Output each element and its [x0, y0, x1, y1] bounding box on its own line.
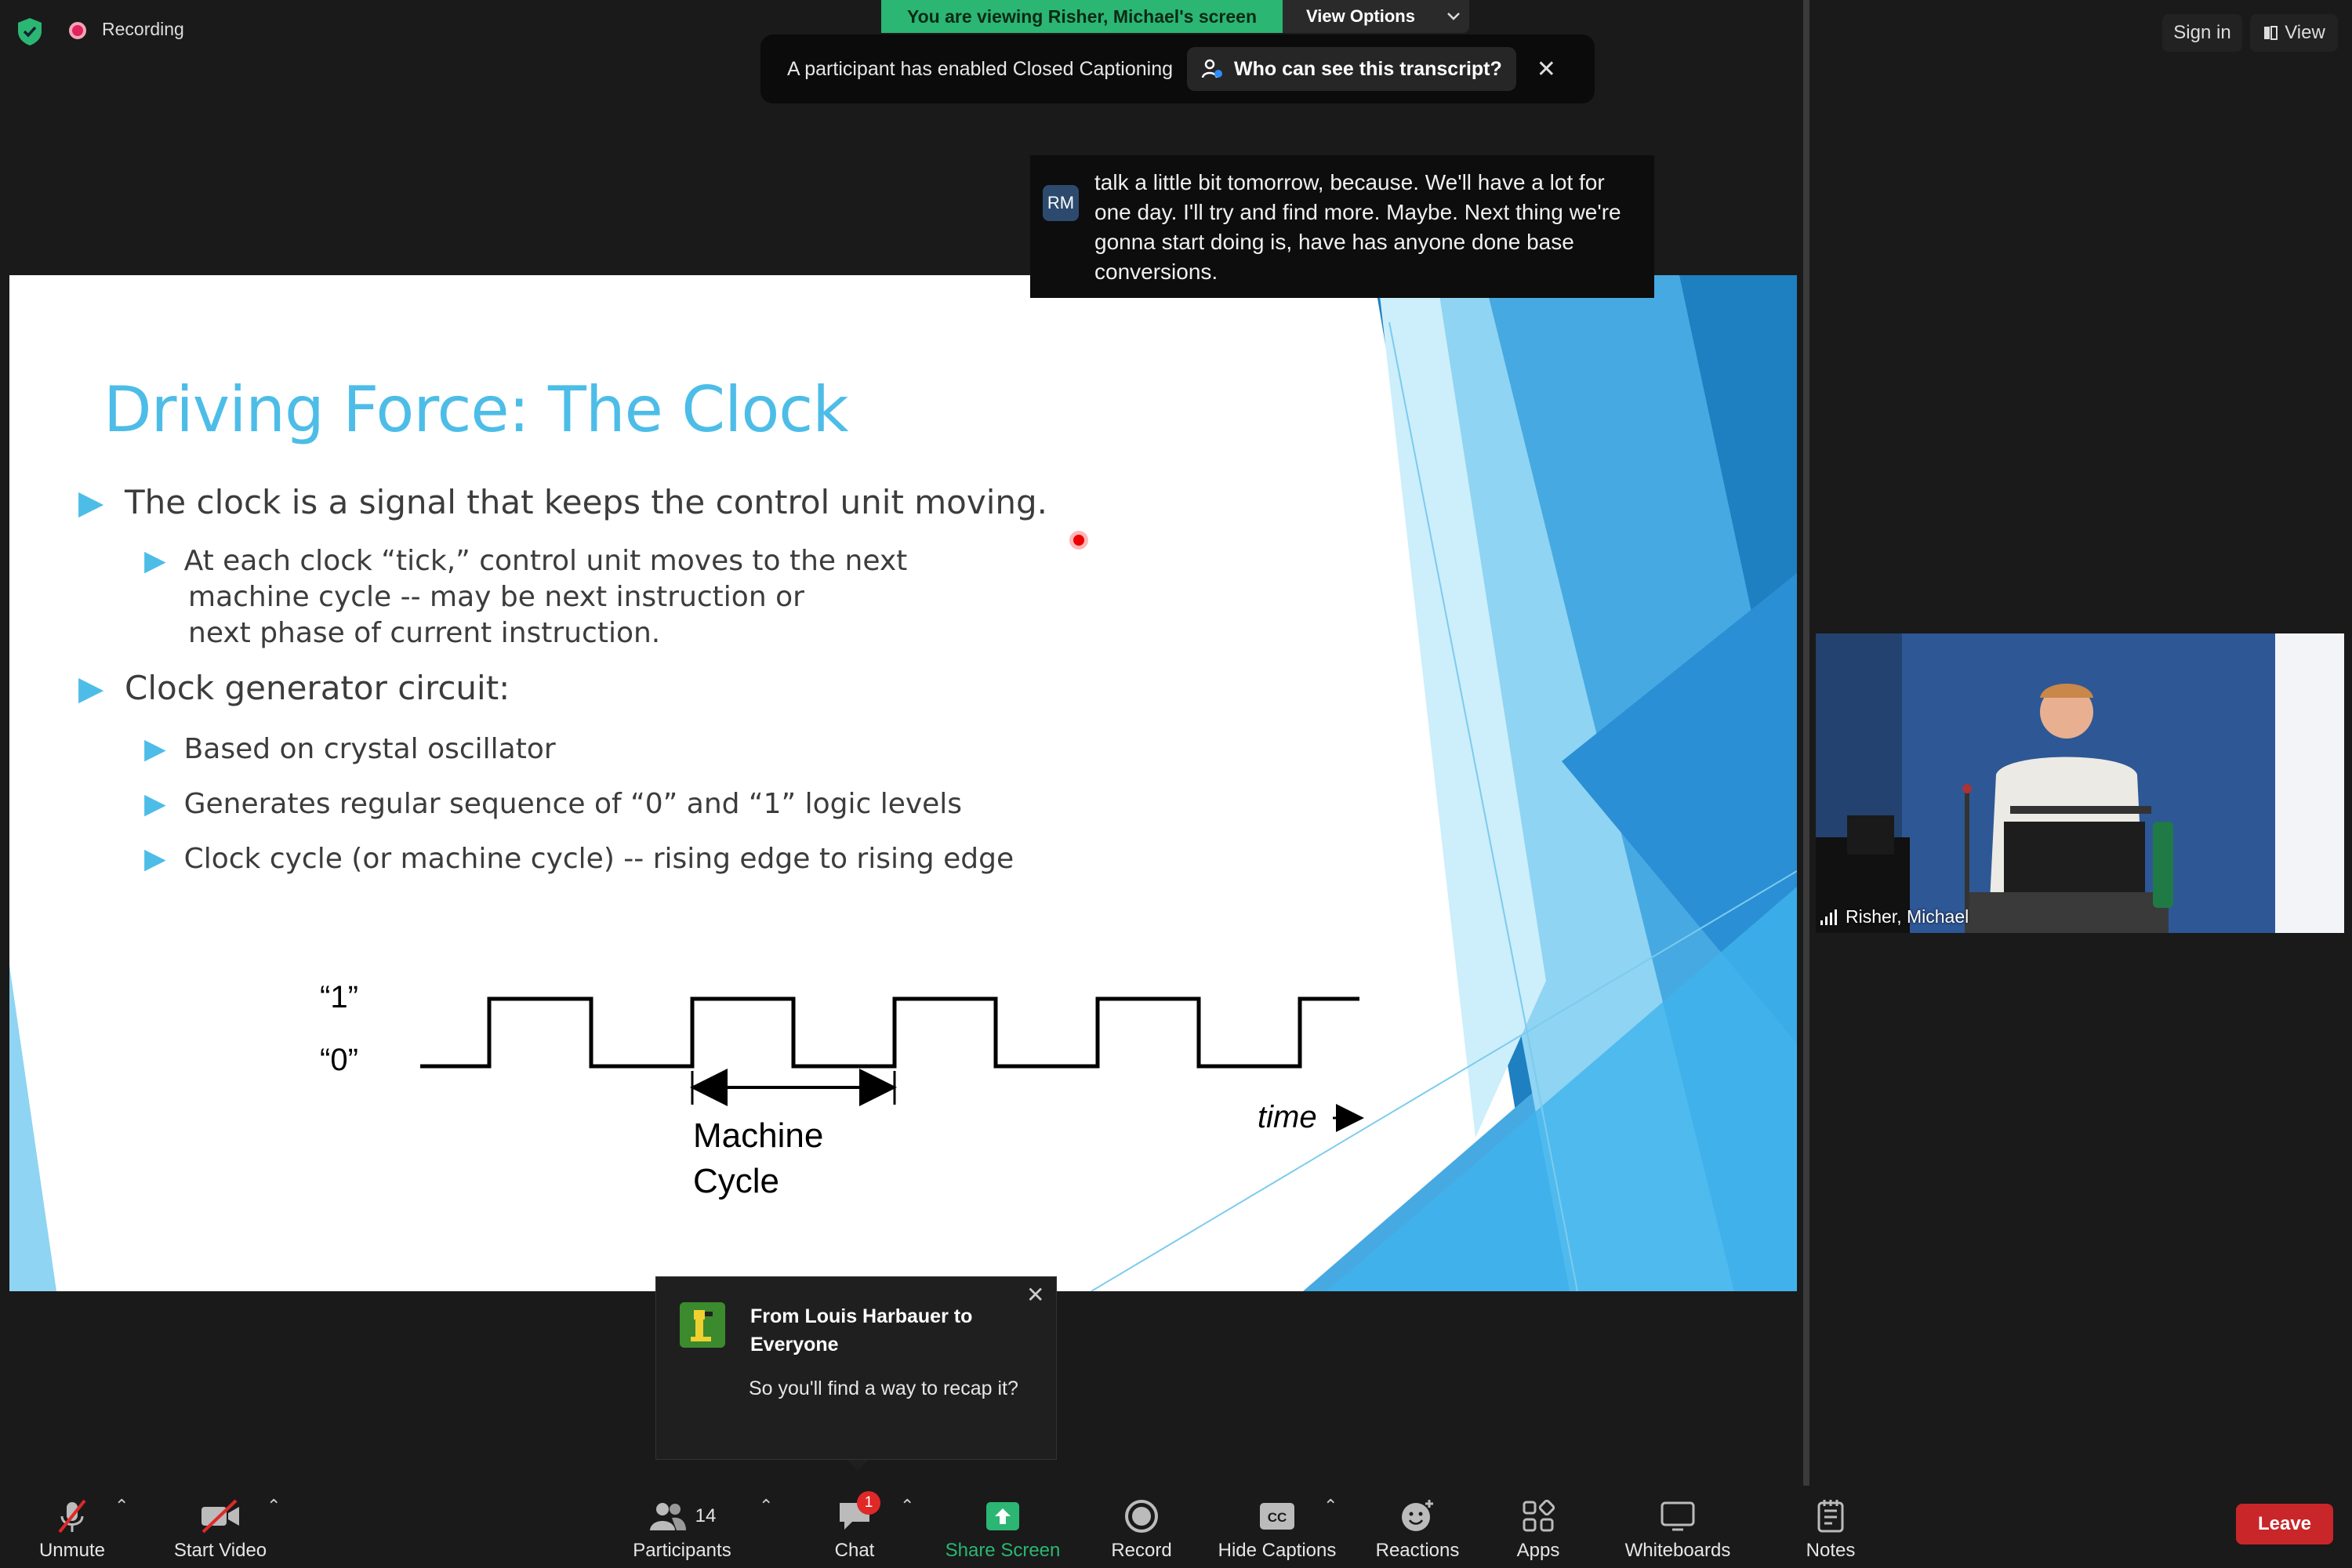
chat-sender-avatar	[680, 1302, 725, 1348]
apps-label: Apps	[1516, 1540, 1560, 1561]
toast-pointer	[847, 1460, 869, 1471]
unmute-label: Unmute	[38, 1540, 106, 1561]
chat-sender: From Louis Harbauer to Everyone	[750, 1305, 973, 1356]
chat-button[interactable]: 1 Chat	[823, 1490, 886, 1568]
speaker-avatar: RM	[1043, 185, 1079, 221]
start-video-button[interactable]: Start Video	[162, 1490, 279, 1568]
chat-options-caret-icon[interactable]: ⌃	[900, 1496, 914, 1516]
viewing-screen-banner: You are viewing Risher, Michael's screen	[881, 0, 1283, 33]
hide-captions-button[interactable]: CC Hide Captions	[1214, 1490, 1341, 1568]
notes-icon	[1817, 1500, 1844, 1533]
view-button[interactable]: View	[2250, 14, 2338, 52]
cc-banner-text: A participant has enabled Closed Caption…	[787, 57, 1174, 80]
signal-bars-icon	[1820, 909, 1837, 925]
chevron-down-icon	[1447, 13, 1460, 20]
participants-label: Participants	[633, 1540, 731, 1561]
video-feed-image	[1816, 633, 2344, 933]
panel-divider[interactable]	[1803, 0, 1809, 1486]
participants-icon	[649, 1503, 686, 1530]
machine-cycle-label: Cycle	[693, 1162, 779, 1200]
unread-badge: 1	[857, 1491, 880, 1515]
recording-label: Recording	[102, 19, 184, 39]
participant-video-tile[interactable]	[1816, 633, 2344, 933]
chat-notification[interactable]: From Louis Harbauer to Everyone So you'l…	[655, 1276, 1057, 1460]
microphone-muted-icon	[58, 1499, 86, 1534]
reactions-label: Reactions	[1375, 1540, 1460, 1561]
close-icon[interactable]: ✕	[1026, 1282, 1044, 1308]
view-options-label: View Options	[1306, 6, 1415, 26]
time-axis-label: time	[1258, 1100, 1317, 1134]
machine-cycle-label: Machine	[693, 1116, 823, 1155]
recording-dot-icon	[69, 22, 86, 39]
share-screen-icon	[986, 1502, 1019, 1530]
svg-text:CC: CC	[1268, 1510, 1287, 1525]
leave-button[interactable]: Leave	[2236, 1504, 2333, 1544]
whiteboards-label: Whiteboards	[1624, 1540, 1731, 1561]
chat-label: Chat	[834, 1540, 875, 1561]
live-caption-box: RM talk a little bit tomorrow, because. …	[1030, 155, 1654, 298]
transcript-button-label: Who can see this transcript?	[1234, 57, 1502, 80]
caption-text: talk a little bit tomorrow, because. We'…	[1094, 170, 1621, 284]
whiteboard-icon	[1661, 1501, 1695, 1531]
participant-count: 14	[695, 1505, 717, 1526]
view-layout-icon	[2264, 26, 2278, 40]
transcript-visibility-button[interactable]: Who can see this transcript?	[1187, 47, 1516, 91]
person-info-icon	[1201, 59, 1223, 78]
reactions-button[interactable]: Reactions	[1367, 1490, 1468, 1568]
clock-waveform-diagram: “1” “0” Machine Cycle time	[320, 980, 1364, 1200]
participant-name: Risher, Michael	[1846, 906, 1969, 927]
record-button[interactable]: Record	[1105, 1490, 1178, 1568]
view-label: View	[2285, 22, 2325, 43]
start-video-label: Start Video	[173, 1540, 267, 1561]
notes-label: Notes	[1806, 1540, 1856, 1561]
unmute-button[interactable]: Unmute	[22, 1490, 122, 1568]
hide-captions-label: Hide Captions	[1218, 1540, 1337, 1561]
security-shield-icon[interactable]	[14, 16, 45, 47]
participants-options-caret-icon[interactable]: ⌃	[759, 1496, 773, 1516]
sign-in-button[interactable]: Sign in	[2162, 14, 2242, 52]
closed-captions-icon: CC	[1260, 1503, 1294, 1530]
record-label: Record	[1111, 1540, 1172, 1561]
video-camera-off-icon	[201, 1499, 239, 1534]
chat-message: So you'll find a way to recap it?	[749, 1377, 1018, 1399]
share-screen-button[interactable]: Share Screen	[938, 1490, 1068, 1568]
closed-caption-banner: A participant has enabled Closed Caption…	[760, 34, 1595, 103]
video-options-caret-icon[interactable]: ⌃	[267, 1496, 281, 1516]
logic-high-label: “1”	[320, 980, 358, 1014]
whiteboards-button[interactable]: Whiteboards	[1615, 1490, 1740, 1568]
apps-icon	[1523, 1500, 1555, 1532]
close-icon[interactable]: ✕	[1537, 56, 1556, 83]
apps-button[interactable]: Apps	[1504, 1490, 1573, 1568]
view-options-button[interactable]: View Options	[1283, 0, 1469, 33]
logic-low-label: “0”	[320, 1043, 358, 1077]
laser-pointer	[1069, 531, 1088, 550]
shared-slide: Driving Force: The Clock ▶ The clock is …	[9, 275, 1797, 1291]
participant-name-label: Risher, Michael	[1820, 906, 1969, 927]
notes-button[interactable]: Notes	[1795, 1490, 1866, 1568]
share-screen-label: Share Screen	[945, 1540, 1061, 1561]
reactions-smiley-icon	[1402, 1500, 1433, 1531]
participants-button[interactable]: 14 Participants	[627, 1490, 737, 1568]
clock-signal-line	[420, 996, 1359, 1069]
captions-options-caret-icon[interactable]: ⌃	[1323, 1496, 1338, 1516]
record-icon	[1125, 1500, 1158, 1533]
audio-options-caret-icon[interactable]: ⌃	[114, 1496, 129, 1516]
